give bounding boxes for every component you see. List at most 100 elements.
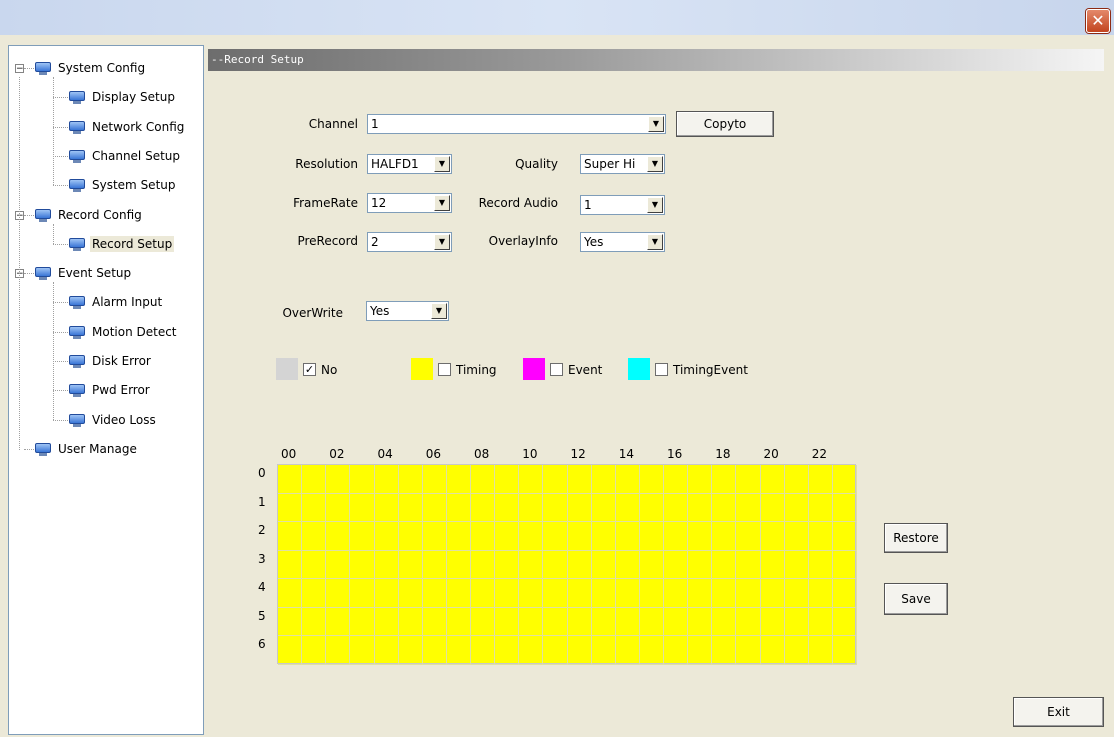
schedule-cell[interactable] — [664, 636, 689, 665]
schedule-cell[interactable] — [543, 579, 568, 608]
schedule-cell[interactable] — [519, 579, 544, 608]
schedule-cell[interactable] — [446, 522, 471, 551]
schedule-cell[interactable] — [302, 636, 327, 665]
schedule-cell[interactable] — [519, 636, 544, 665]
tree-item[interactable]: Disk Error — [69, 350, 153, 372]
schedule-cell[interactable] — [688, 636, 713, 665]
schedule-cell[interactable] — [302, 522, 327, 551]
schedule-cell[interactable] — [302, 465, 327, 494]
schedule-cell[interactable] — [688, 550, 713, 580]
chevron-down-icon[interactable]: ▼ — [647, 197, 663, 213]
schedule-cell[interactable] — [543, 607, 568, 637]
schedule-cell[interactable] — [446, 579, 471, 608]
schedule-cell[interactable] — [278, 579, 303, 608]
tree-item[interactable]: User Manage — [35, 438, 139, 460]
schedule-cell[interactable] — [591, 465, 616, 494]
copyto-button[interactable]: Copyto — [676, 111, 774, 137]
tree-item[interactable]: Display Setup — [69, 86, 177, 108]
schedule-cell[interactable] — [639, 579, 664, 608]
tree-item[interactable]: Pwd Error — [69, 379, 152, 401]
schedule-cell[interactable] — [422, 607, 447, 637]
schedule-cell[interactable] — [567, 636, 592, 665]
schedule-cell[interactable] — [326, 636, 351, 665]
schedule-cell[interactable] — [760, 522, 785, 551]
schedule-cell[interactable] — [664, 465, 689, 494]
quality-select[interactable]: Super Hi ▼ — [580, 154, 665, 174]
close-icon[interactable]: ✕ — [1086, 9, 1110, 33]
overwrite-select[interactable]: Yes ▼ — [366, 301, 449, 321]
schedule-cell[interactable] — [784, 550, 809, 580]
schedule-cell[interactable] — [543, 522, 568, 551]
schedule-cell[interactable] — [398, 607, 423, 637]
schedule-cell[interactable] — [374, 550, 399, 580]
schedule-cell[interactable] — [495, 579, 520, 608]
schedule-cell[interactable] — [519, 465, 544, 494]
schedule-cell[interactable] — [567, 465, 592, 494]
schedule-cell[interactable] — [760, 493, 785, 523]
schedule-cell[interactable] — [760, 550, 785, 580]
schedule-cell[interactable] — [832, 493, 857, 523]
schedule-cell[interactable] — [615, 522, 640, 551]
schedule-cell[interactable] — [615, 493, 640, 523]
legend-checkbox[interactable] — [438, 363, 451, 376]
schedule-cell[interactable] — [615, 579, 640, 608]
schedule-cell[interactable] — [567, 522, 592, 551]
schedule-cell[interactable] — [350, 522, 375, 551]
schedule-cell[interactable] — [760, 465, 785, 494]
schedule-cell[interactable] — [784, 522, 809, 551]
schedule-cell[interactable] — [832, 522, 857, 551]
schedule-cell[interactable] — [495, 522, 520, 551]
schedule-cell[interactable] — [639, 493, 664, 523]
channel-select[interactable]: 1 ▼ — [367, 114, 666, 134]
schedule-cell[interactable] — [591, 550, 616, 580]
schedule-cell[interactable] — [688, 493, 713, 523]
schedule-cell[interactable] — [639, 636, 664, 665]
schedule-cell[interactable] — [471, 607, 496, 637]
schedule-cell[interactable] — [784, 465, 809, 494]
schedule-cell[interactable] — [350, 465, 375, 494]
schedule-cell[interactable] — [398, 522, 423, 551]
schedule-cell[interactable] — [495, 550, 520, 580]
tree-item[interactable]: System Setup — [69, 174, 178, 196]
chevron-down-icon[interactable]: ▼ — [647, 234, 663, 250]
schedule-cell[interactable] — [808, 579, 833, 608]
schedule-cell[interactable] — [422, 550, 447, 580]
schedule-cell[interactable] — [615, 607, 640, 637]
schedule-cell[interactable] — [567, 579, 592, 608]
resolution-select[interactable]: HALFD1 ▼ — [367, 154, 452, 174]
exit-button[interactable]: Exit — [1013, 697, 1104, 727]
schedule-cell[interactable] — [543, 636, 568, 665]
schedule-cell[interactable] — [639, 522, 664, 551]
schedule-cell[interactable] — [712, 522, 737, 551]
tree-item[interactable]: Channel Setup — [69, 145, 182, 167]
schedule-cell[interactable] — [712, 579, 737, 608]
schedule-cell[interactable] — [639, 465, 664, 494]
schedule-cell[interactable] — [350, 493, 375, 523]
schedule-cell[interactable] — [712, 550, 737, 580]
schedule-cell[interactable] — [350, 607, 375, 637]
restore-button[interactable]: Restore — [884, 523, 948, 553]
schedule-cell[interactable] — [712, 607, 737, 637]
schedule-cell[interactable] — [784, 493, 809, 523]
schedule-cell[interactable] — [736, 522, 761, 551]
schedule-cell[interactable] — [326, 465, 351, 494]
schedule-cell[interactable] — [374, 493, 399, 523]
chevron-down-icon[interactable]: ▼ — [431, 303, 447, 319]
schedule-cell[interactable] — [471, 493, 496, 523]
schedule-cell[interactable] — [471, 465, 496, 494]
schedule-cell[interactable] — [446, 465, 471, 494]
chevron-down-icon[interactable]: ▼ — [434, 234, 450, 250]
schedule-cell[interactable] — [784, 579, 809, 608]
schedule-cell[interactable] — [350, 550, 375, 580]
schedule-cell[interactable] — [326, 607, 351, 637]
schedule-cell[interactable] — [760, 607, 785, 637]
schedule-cell[interactable] — [736, 607, 761, 637]
tree-item[interactable]: Alarm Input — [69, 291, 164, 313]
schedule-cell[interactable] — [495, 607, 520, 637]
prerecord-select[interactable]: 2 ▼ — [367, 232, 452, 252]
schedule-cell[interactable] — [615, 465, 640, 494]
schedule-cell[interactable] — [374, 636, 399, 665]
schedule-cell[interactable] — [615, 636, 640, 665]
schedule-cell[interactable] — [832, 550, 857, 580]
schedule-cell[interactable] — [422, 465, 447, 494]
